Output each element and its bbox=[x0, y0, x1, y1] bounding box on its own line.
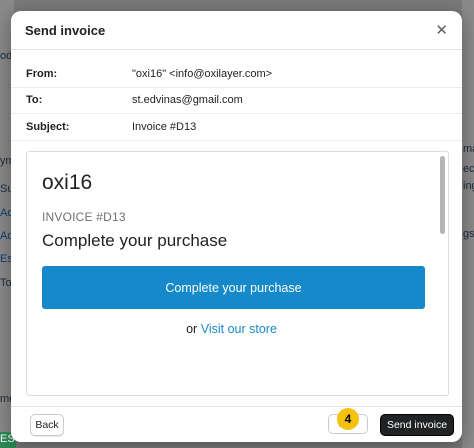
close-icon[interactable]: ✕ bbox=[435, 23, 448, 38]
to-label: To: bbox=[26, 94, 43, 106]
subject-value: Invoice #D13 bbox=[132, 121, 197, 133]
background-text: ing bbox=[463, 180, 474, 192]
from-label: From: bbox=[26, 68, 58, 80]
send-invoice-dialog: Send invoice ✕ From: "oxi16" <info@oxila… bbox=[11, 11, 462, 442]
complete-purchase-button[interactable]: Complete your purchase bbox=[42, 266, 425, 309]
background-text: mark bbox=[463, 143, 474, 155]
to-row: To: st.edvinas@gmail.com bbox=[11, 87, 462, 114]
back-button[interactable]: Back bbox=[30, 414, 64, 436]
dialog-header: Send invoice ✕ bbox=[11, 11, 462, 50]
dialog-title: Send invoice bbox=[25, 22, 106, 38]
subject-label: Subject: bbox=[26, 121, 70, 133]
from-row: From: "oxi16" <info@oxilayer.com> bbox=[11, 61, 462, 88]
shop-name: oxi16 bbox=[42, 171, 93, 194]
background-text: gs bbox=[463, 228, 474, 240]
background-right-panel bbox=[462, 0, 474, 448]
scrollbar-thumb[interactable] bbox=[440, 156, 445, 234]
or-text: or bbox=[186, 322, 198, 336]
background-text: ecia bbox=[463, 163, 474, 175]
visit-store-link[interactable]: Visit our store bbox=[201, 322, 277, 336]
send-invoice-button[interactable]: Send invoice bbox=[380, 414, 454, 436]
subject-row: Subject: Invoice #D13 bbox=[11, 114, 462, 141]
from-value: "oxi16" <info@oxilayer.com> bbox=[132, 68, 273, 80]
to-value: st.edvinas@gmail.com bbox=[132, 94, 243, 106]
store-link-line: or Visit our store bbox=[27, 322, 436, 336]
invoice-number: INVOICE #D13 bbox=[42, 210, 126, 224]
dialog-footer: Back Ca Send invoice bbox=[11, 406, 462, 442]
preview-headline: Complete your purchase bbox=[42, 231, 228, 250]
step-number-badge: 4 bbox=[337, 408, 359, 430]
email-preview[interactable]: oxi16 INVOICE #D13 Complete your purchas… bbox=[26, 151, 449, 396]
